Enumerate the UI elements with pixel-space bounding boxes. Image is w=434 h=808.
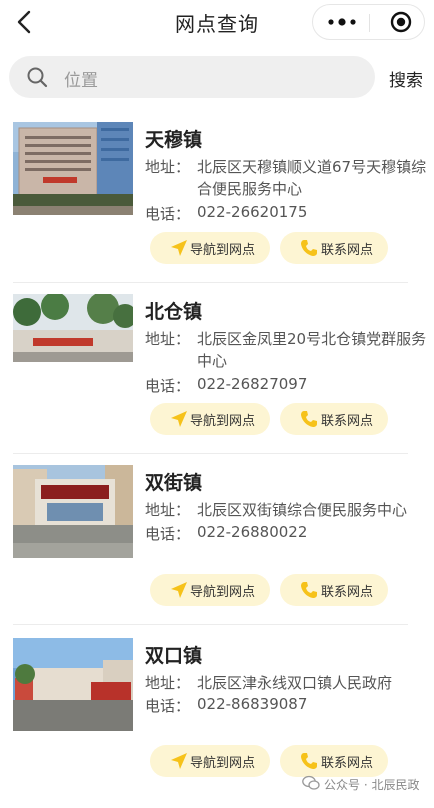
watermark-text: 公众号 · 北辰民政 bbox=[324, 778, 420, 792]
phone-icon bbox=[301, 411, 317, 427]
address-label: 地址： bbox=[145, 158, 191, 176]
mini-program-capsule bbox=[312, 4, 425, 40]
outlet-phone: 022-26880022 bbox=[197, 523, 308, 541]
contact-button-label: 联系网点 bbox=[321, 414, 374, 429]
divider bbox=[13, 453, 408, 454]
navigate-button-label: 导航到网点 bbox=[190, 414, 256, 429]
navigation-arrow-icon bbox=[171, 582, 187, 598]
outlet-phone: 022-86839087 bbox=[197, 695, 308, 713]
navigate-button[interactable]: 导航到网点 bbox=[150, 745, 270, 777]
outlet-phone: 022-26620175 bbox=[197, 203, 308, 221]
outlet-card: 双街镇 地址： 北辰区双街镇综合便民服务中心 电话： 022-26880022 … bbox=[0, 465, 434, 635]
contact-button[interactable]: 联系网点 bbox=[280, 745, 388, 777]
phone-label: 电话： bbox=[145, 205, 191, 223]
contact-button[interactable]: 联系网点 bbox=[280, 232, 388, 264]
address-label: 地址： bbox=[145, 330, 191, 348]
contact-button-label: 联系网点 bbox=[321, 243, 374, 258]
outlet-name: 双口镇 bbox=[145, 645, 203, 667]
outlet-name: 天穆镇 bbox=[145, 129, 203, 151]
outlet-photo bbox=[13, 465, 133, 558]
outlet-card: 天穆镇 地址： 北辰区天穆镇顺义道67号天穆镇综合便民服务中心 电话： 022-… bbox=[0, 122, 434, 292]
outlet-photo bbox=[13, 122, 133, 215]
divider bbox=[13, 282, 408, 283]
navigate-button[interactable]: 导航到网点 bbox=[150, 574, 270, 606]
outlet-photo bbox=[13, 294, 133, 362]
more-dots-icon[interactable] bbox=[327, 13, 357, 31]
phone-label: 电话： bbox=[145, 525, 191, 543]
divider bbox=[13, 624, 408, 625]
outlet-card: 北仓镇 地址： 北辰区金凤里20号北仓镇党群服务中心 电话： 022-26827… bbox=[0, 294, 434, 464]
navigate-button[interactable]: 导航到网点 bbox=[150, 403, 270, 435]
contact-button-label: 联系网点 bbox=[321, 756, 374, 771]
outlet-address: 北辰区津永线双口镇人民政府 bbox=[197, 674, 393, 692]
navigate-button-label: 导航到网点 bbox=[190, 585, 256, 600]
navigate-button[interactable]: 导航到网点 bbox=[150, 232, 270, 264]
target-icon[interactable] bbox=[390, 11, 412, 33]
search-bar[interactable]: 位置 bbox=[9, 56, 375, 98]
phone-icon bbox=[301, 582, 317, 598]
top-nav-bar: 网点查询 bbox=[0, 0, 434, 44]
contact-button[interactable]: 联系网点 bbox=[280, 403, 388, 435]
contact-button-label: 联系网点 bbox=[321, 585, 374, 600]
navigation-arrow-icon bbox=[171, 753, 187, 769]
search-icon bbox=[27, 67, 48, 88]
search-input[interactable]: 位置 bbox=[64, 66, 98, 91]
address-label: 地址： bbox=[145, 674, 191, 692]
navigate-button-label: 导航到网点 bbox=[190, 243, 256, 258]
outlet-name: 北仓镇 bbox=[145, 301, 203, 323]
phone-icon bbox=[301, 240, 317, 256]
wechat-icon bbox=[302, 775, 320, 790]
phone-label: 电话： bbox=[145, 697, 191, 715]
navigation-arrow-icon bbox=[171, 411, 187, 427]
navigate-button-label: 导航到网点 bbox=[190, 756, 256, 771]
outlet-photo bbox=[13, 638, 133, 731]
search-button[interactable]: 搜索 bbox=[389, 66, 423, 91]
outlet-address: 北辰区天穆镇顺义道67号天穆镇综合便民服务中心 bbox=[197, 158, 427, 198]
outlet-name: 双街镇 bbox=[145, 472, 203, 494]
outlet-phone: 022-26827097 bbox=[197, 375, 308, 393]
contact-button[interactable]: 联系网点 bbox=[280, 574, 388, 606]
capsule-divider bbox=[369, 14, 370, 32]
address-label: 地址： bbox=[145, 501, 191, 519]
outlet-address: 北辰区金凤里20号北仓镇党群服务中心 bbox=[197, 330, 427, 370]
phone-icon bbox=[301, 753, 317, 769]
outlet-address: 北辰区双街镇综合便民服务中心 bbox=[197, 501, 408, 519]
navigation-arrow-icon bbox=[171, 240, 187, 256]
phone-label: 电话： bbox=[145, 377, 191, 395]
